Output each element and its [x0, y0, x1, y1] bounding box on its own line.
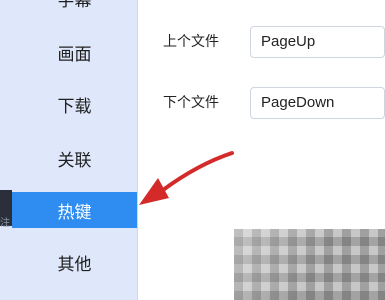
sidebar-item-download[interactable]: 下载 [12, 86, 137, 122]
sidebar-item-subtitles[interactable]: 字幕 [12, 0, 137, 36]
sidebar-item-associations[interactable]: 关联 [12, 140, 137, 176]
sidebar-item-label: 其他 [57, 254, 92, 275]
sidebar-item-hotkeys[interactable]: 热键 [12, 192, 137, 228]
sidebar-item-other[interactable]: 其他 [12, 244, 137, 280]
sidebar-item-label: 字幕 [57, 0, 92, 11]
blurred-preview-image [234, 229, 385, 300]
prev-file-label: 上个文件 [163, 34, 219, 50]
next-file-label: 下个文件 [163, 95, 219, 111]
next-file-hotkey-field[interactable]: PageDown [250, 87, 385, 119]
sidebar-item-label: 关联 [57, 150, 92, 171]
sidebar-item-label: 热键 [57, 202, 92, 223]
sidebar-item-label: 画面 [57, 44, 92, 65]
background-window-text: 注 [0, 218, 10, 229]
settings-sidebar: 字幕 画面 下载 关联 热键 其他 [0, 0, 138, 300]
sidebar-item-label: 下载 [57, 96, 92, 117]
sidebar-item-video[interactable]: 画面 [12, 34, 137, 70]
prev-file-hotkey-field[interactable]: PageUp [250, 26, 385, 58]
